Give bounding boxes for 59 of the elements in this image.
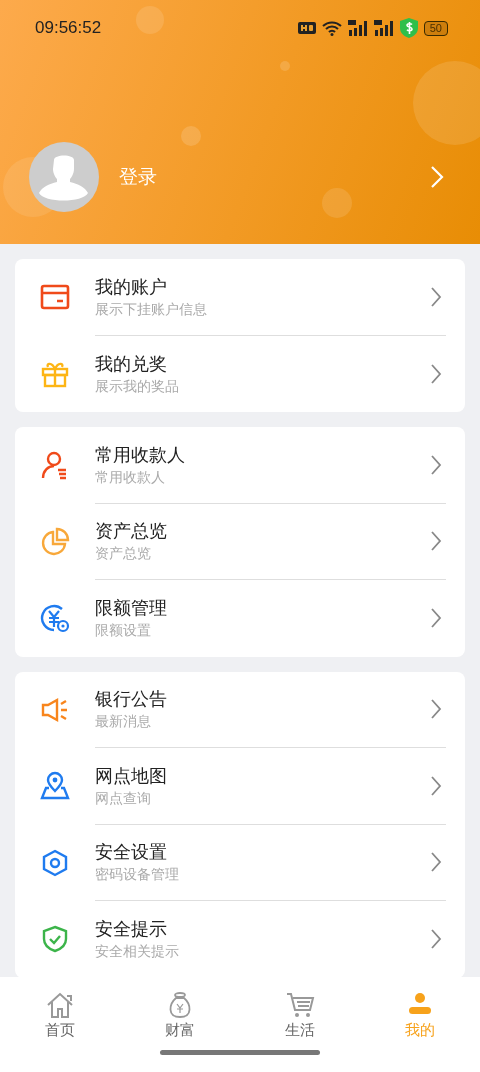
item-title: 常用收款人: [95, 442, 186, 467]
menu-item[interactable]: 限额管理 限额设置: [15, 580, 465, 657]
item-title: 资产总览: [95, 519, 168, 544]
item-subtitle: 最新消息: [95, 713, 152, 732]
chevron-right-icon: [430, 928, 442, 951]
menu-item[interactable]: 常用收款人 常用收款人: [15, 427, 465, 504]
item-title: 网点地图: [95, 763, 168, 788]
item-subtitle: 展示我的奖品: [95, 377, 180, 396]
item-title: 安全设置: [95, 840, 168, 865]
wifi-icon: [321, 20, 342, 36]
item-subtitle: 密码设备管理: [95, 866, 180, 885]
item-title: 安全提示: [95, 917, 168, 942]
menu-item[interactable]: 我的兑奖 展示我的奖品: [15, 335, 465, 412]
map-pin-icon: [40, 771, 70, 802]
item-title: 银行公告: [95, 687, 168, 712]
menu-item[interactable]: 资产总览 资产总览: [15, 503, 465, 580]
item-title: 我的账户: [95, 274, 168, 299]
signal-icon: [347, 20, 368, 36]
signal-icon: [373, 20, 394, 36]
chevron-right-icon: [430, 285, 442, 308]
item-title: 我的兑奖: [95, 351, 168, 376]
bubble: [181, 126, 201, 146]
item-subtitle: 安全相关提示: [95, 943, 180, 962]
chevron-right-icon: [430, 851, 442, 874]
yuan-gear-icon: [40, 603, 70, 634]
home-icon: [45, 991, 75, 1019]
pie-chart-icon: [40, 526, 70, 557]
bubble: [322, 188, 352, 218]
bubble: [280, 61, 290, 71]
menu-item[interactable]: 我的账户 展示下挂账户信息: [15, 259, 465, 336]
item-subtitle: 限额设置: [95, 622, 152, 641]
menu-item[interactable]: 安全提示 安全相关提示: [15, 901, 465, 977]
chevron-right-icon: [430, 453, 442, 476]
item-subtitle: 常用收款人: [95, 468, 166, 487]
hexagon-icon: [40, 847, 70, 878]
chevron-right-icon: [430, 362, 442, 385]
tab[interactable]: 财富: [120, 991, 240, 1040]
menu-item[interactable]: 安全设置 密码设备管理: [15, 824, 465, 901]
avatar-icon: [29, 142, 99, 212]
chevron-right-icon: [430, 774, 442, 797]
status-time: 09:56:52: [35, 18, 102, 38]
item-subtitle: 展示下挂账户信息: [95, 300, 208, 319]
tab[interactable]: 首页: [0, 991, 120, 1040]
hd-icon: [297, 21, 316, 35]
chevron-right-icon: [430, 607, 442, 630]
cart-icon: [285, 991, 315, 1019]
chevron-right-icon: [430, 530, 442, 553]
menu-item[interactable]: 银行公告 最新消息: [15, 671, 465, 748]
bubble: [136, 6, 164, 34]
chevron-right-icon[interactable]: [430, 165, 444, 189]
item-subtitle: 网点查询: [95, 789, 152, 808]
chevron-right-icon: [430, 698, 442, 721]
shield-check-icon: [40, 924, 70, 955]
shield-dollar-icon: [399, 18, 418, 38]
item-subtitle: 资产总览: [95, 545, 152, 564]
menu-item[interactable]: 网点地图 网点查询: [15, 748, 465, 825]
item-title: 限额管理: [95, 596, 168, 621]
tab[interactable]: 生活: [240, 991, 360, 1040]
battery-indicator: 50: [423, 20, 448, 36]
